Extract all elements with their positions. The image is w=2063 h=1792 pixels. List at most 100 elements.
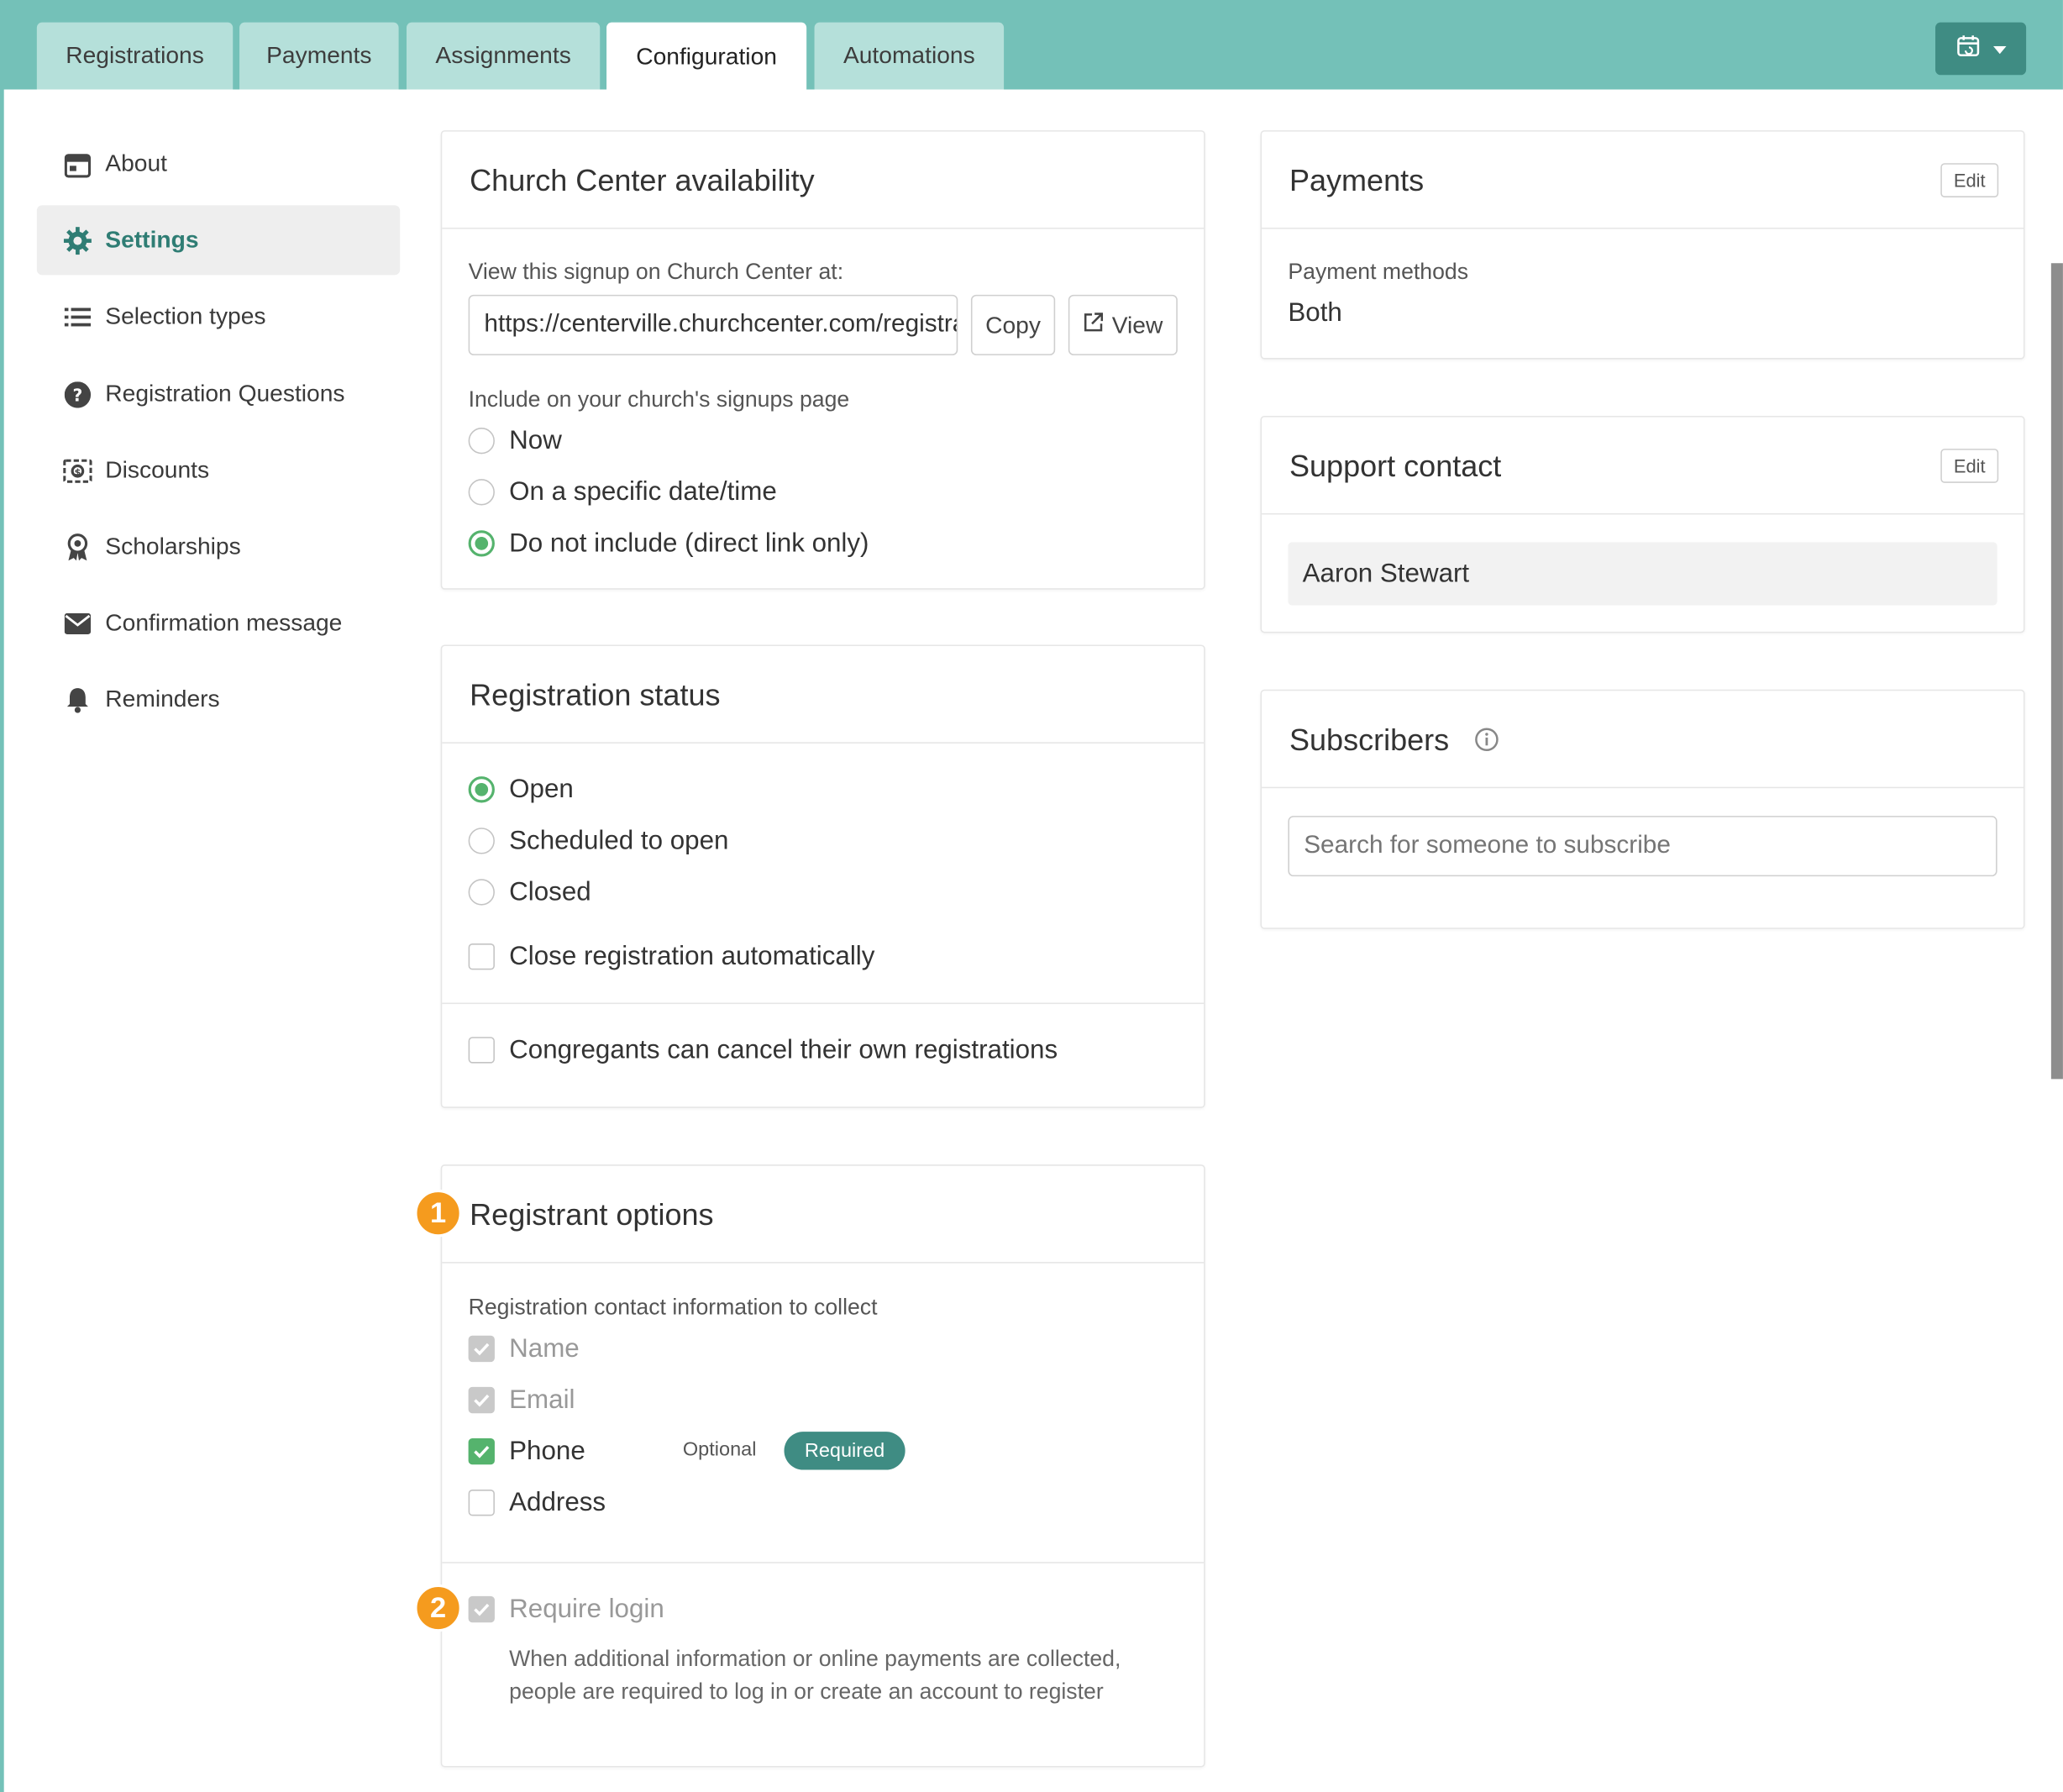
svg-text:$: $ bbox=[75, 466, 81, 477]
view-url-label: View this signup on Church Center at: bbox=[468, 259, 844, 285]
sidebar-item-label: Scholarships bbox=[105, 533, 241, 560]
status-scheduled-label: Scheduled to open bbox=[509, 826, 729, 856]
email-field-label: Email bbox=[509, 1385, 575, 1415]
info-circle-icon[interactable] bbox=[1473, 727, 1499, 753]
name-field-label: Name bbox=[509, 1334, 580, 1364]
name-checkbox bbox=[468, 1335, 495, 1363]
page: Registrations Payments Assignments Confi… bbox=[0, 0, 2063, 1792]
include-specific-date-radio[interactable] bbox=[468, 479, 495, 506]
signup-url-field[interactable]: https://centerville.churchcenter.com/reg… bbox=[468, 294, 958, 355]
status-divider bbox=[442, 1002, 1205, 1005]
step-badge-2: 2 bbox=[414, 1584, 462, 1632]
status-open-radio[interactable] bbox=[468, 776, 495, 803]
payments-edit-button[interactable]: Edit bbox=[1940, 163, 1999, 197]
status-scheduled-radio[interactable] bbox=[468, 828, 495, 854]
payment-methods-value: Both bbox=[1288, 298, 1342, 328]
sidebar-item-label: Settings bbox=[105, 226, 199, 253]
support-edit-button[interactable]: Edit bbox=[1940, 449, 1999, 483]
sidebar-item-about[interactable]: About bbox=[37, 129, 400, 198]
view-signup-button[interactable]: View bbox=[1068, 294, 1178, 355]
status-card-header: Registration status bbox=[442, 646, 1205, 744]
sidebar-item-settings[interactable]: Settings bbox=[36, 205, 401, 276]
phone-field-label: Phone bbox=[509, 1437, 585, 1466]
sidebar-item-confirmation-message[interactable]: Confirmation message bbox=[37, 588, 400, 658]
subscribers-card: Subscribers bbox=[1260, 689, 2025, 929]
award-ribbon-icon bbox=[63, 533, 92, 561]
phone-checkbox[interactable] bbox=[468, 1437, 495, 1465]
tab-configuration[interactable]: Configuration bbox=[606, 22, 807, 92]
tab-registrations[interactable]: Registrations bbox=[36, 22, 234, 90]
subscribers-card-header: Subscribers bbox=[1262, 691, 2024, 789]
address-field-label: Address bbox=[509, 1488, 606, 1517]
payments-title: Payments bbox=[1289, 163, 1425, 197]
status-title: Registration status bbox=[470, 677, 721, 712]
calendar-sync-icon bbox=[1955, 34, 1979, 64]
support-contact-name: Aaron Stewart bbox=[1288, 542, 1997, 606]
tab-automations[interactable]: Automations bbox=[814, 22, 1005, 90]
include-now-radio[interactable] bbox=[468, 428, 495, 455]
sidebar-item-label: Confirmation message bbox=[105, 609, 343, 636]
sidebar-item-label: Discounts bbox=[105, 456, 210, 483]
sidebar-item-scholarships[interactable]: Scholarships bbox=[37, 512, 400, 581]
phone-required-toggle[interactable]: Required bbox=[784, 1432, 906, 1470]
payment-methods-label: Payment methods bbox=[1288, 259, 1469, 285]
availability-card: Church Center availability bbox=[440, 130, 1205, 590]
do-not-include-radio[interactable] bbox=[468, 530, 495, 557]
sidebar-item-label: Selection types bbox=[105, 302, 266, 329]
cancel-own-checkbox[interactable] bbox=[468, 1037, 495, 1064]
email-checkbox bbox=[468, 1386, 495, 1414]
sidebar-item-reminders[interactable]: Reminders bbox=[37, 665, 400, 734]
bell-icon bbox=[63, 685, 92, 713]
include-label: Include on your church's signups page bbox=[468, 386, 850, 413]
auto-close-checkbox[interactable] bbox=[468, 943, 495, 970]
copy-url-button[interactable]: Copy bbox=[970, 294, 1056, 355]
list-icon bbox=[63, 302, 92, 330]
sidebar-item-label: Registration Questions bbox=[105, 380, 345, 407]
support-card-header: Support contact bbox=[1262, 418, 2024, 515]
svg-text:?: ? bbox=[73, 385, 83, 405]
availability-title: Church Center availability bbox=[470, 163, 815, 197]
status-closed-label: Closed bbox=[509, 877, 591, 907]
sidebar-item-registration-questions[interactable]: ? Registration Questions bbox=[37, 360, 400, 429]
discount-icon: $ bbox=[63, 456, 92, 485]
tab-assignments[interactable]: Assignments bbox=[406, 22, 601, 90]
require-login-checkbox bbox=[468, 1595, 495, 1623]
status-closed-radio[interactable] bbox=[468, 879, 495, 906]
payments-card-header: Payments bbox=[1262, 132, 2024, 229]
sidebar-item-label: About bbox=[105, 150, 167, 176]
cancel-own-label: Congregants can cancel their own registr… bbox=[509, 1035, 1058, 1065]
payments-card: Payments bbox=[1260, 130, 2025, 360]
registrant-card-header: Registrant options bbox=[442, 1166, 1205, 1264]
collect-label: Registration contact information to coll… bbox=[468, 1295, 878, 1320]
include-now-label: Now bbox=[509, 426, 562, 455]
question-circle-icon: ? bbox=[63, 380, 92, 408]
do-not-include-label: Do not include (direct link only) bbox=[509, 528, 869, 559]
subscriber-search-input[interactable] bbox=[1288, 816, 1997, 877]
phone-optional-toggle[interactable]: Optional bbox=[683, 1438, 757, 1461]
require-login-help: When additional information or online pa… bbox=[509, 1646, 1121, 1705]
sidebar-item-discounts[interactable]: $ Discounts bbox=[37, 435, 400, 505]
auto-close-label: Close registration automatically bbox=[509, 942, 875, 971]
include-specific-date-label: On a specific date/time bbox=[509, 477, 777, 507]
tab-payments[interactable]: Payments bbox=[239, 22, 399, 90]
registrant-title: Registrant options bbox=[470, 1197, 714, 1232]
step-badge-1: 1 bbox=[414, 1189, 462, 1238]
calendar-icon bbox=[63, 150, 92, 178]
caret-down-icon bbox=[1992, 37, 2006, 60]
gear-icon bbox=[63, 226, 92, 255]
left-border bbox=[0, 89, 4, 1792]
top-bar: Registrations Payments Assignments Confi… bbox=[0, 0, 2063, 92]
registrant-divider bbox=[442, 1562, 1205, 1563]
subscribers-title: Subscribers bbox=[1289, 722, 1450, 757]
address-checkbox[interactable] bbox=[468, 1490, 495, 1516]
calendar-menu-button[interactable] bbox=[1935, 22, 2027, 76]
view-button-label: View bbox=[1111, 311, 1163, 338]
sidebar-item-label: Reminders bbox=[105, 686, 220, 712]
support-title: Support contact bbox=[1289, 449, 1502, 483]
scrollbar[interactable] bbox=[2050, 263, 2063, 1080]
require-login-label: Require login bbox=[509, 1595, 664, 1624]
sidebar-item-selection-types[interactable]: Selection types bbox=[37, 281, 400, 351]
external-link-icon bbox=[1083, 311, 1104, 339]
status-open-label: Open bbox=[509, 775, 574, 805]
envelope-icon bbox=[63, 608, 92, 637]
